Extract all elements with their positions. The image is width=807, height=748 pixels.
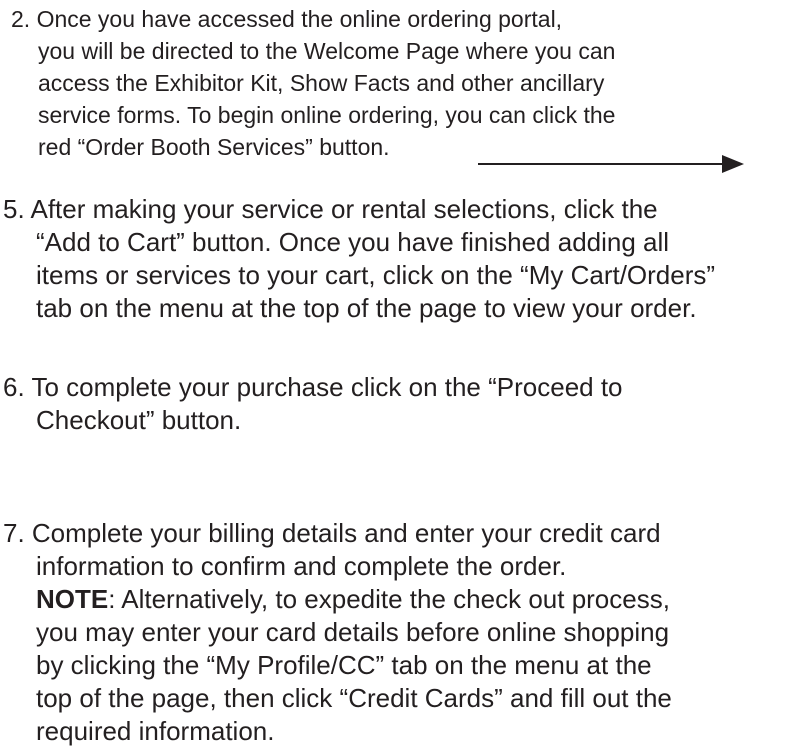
- step-7-note-line-4: top of the page, then click “Credit Card…: [36, 683, 672, 713]
- step-6-instruction: 6. To complete your purchase click on th…: [0, 371, 800, 437]
- note-text: : Alternatively, to expedite the check o…: [108, 584, 670, 614]
- step-7-line-1: 7. Complete your billing details and ent…: [3, 518, 661, 548]
- step-5-line-2: “Add to Cart” button. Once you have fini…: [36, 227, 670, 257]
- arrow-right-icon: [478, 155, 744, 173]
- step-7-note-line-2: you may enter your card details before o…: [36, 617, 670, 647]
- step-2-line-1: 2. Once you have accessed the online ord…: [11, 6, 563, 32]
- step-5-line-1: 5. After making your service or rental s…: [3, 194, 658, 224]
- step-6-line-1: 6. To complete your purchase click on th…: [3, 372, 623, 402]
- step-6-line-2: Checkout” button.: [36, 405, 242, 435]
- note-label: NOTE: [36, 584, 109, 614]
- step-7-note-line: NOTE: Alternatively, to expedite the che…: [0, 583, 800, 616]
- step-2-line-3: access the Exhibitor Kit, Show Facts and…: [38, 70, 605, 96]
- step-2-instruction: 2. Once you have accessed the online ord…: [0, 3, 800, 163]
- step-7-note-line-3: by clicking the “My Profile/CC” tab on t…: [36, 650, 652, 680]
- step-7-instruction: 7. Complete your billing details and ent…: [0, 517, 800, 748]
- step-5-line-3: items or services to your cart, click on…: [36, 260, 716, 290]
- step-5-instruction: 5. After making your service or rental s…: [0, 193, 800, 325]
- step-2-line-4: service forms. To begin online ordering,…: [38, 102, 616, 128]
- step-2-line-2: you will be directed to the Welcome Page…: [38, 38, 616, 64]
- step-7-line-2: information to confirm and complete the …: [36, 551, 567, 581]
- step-5-line-4: tab on the menu at the top of the page t…: [36, 293, 697, 323]
- step-7-note-line-5: required information.: [36, 716, 275, 746]
